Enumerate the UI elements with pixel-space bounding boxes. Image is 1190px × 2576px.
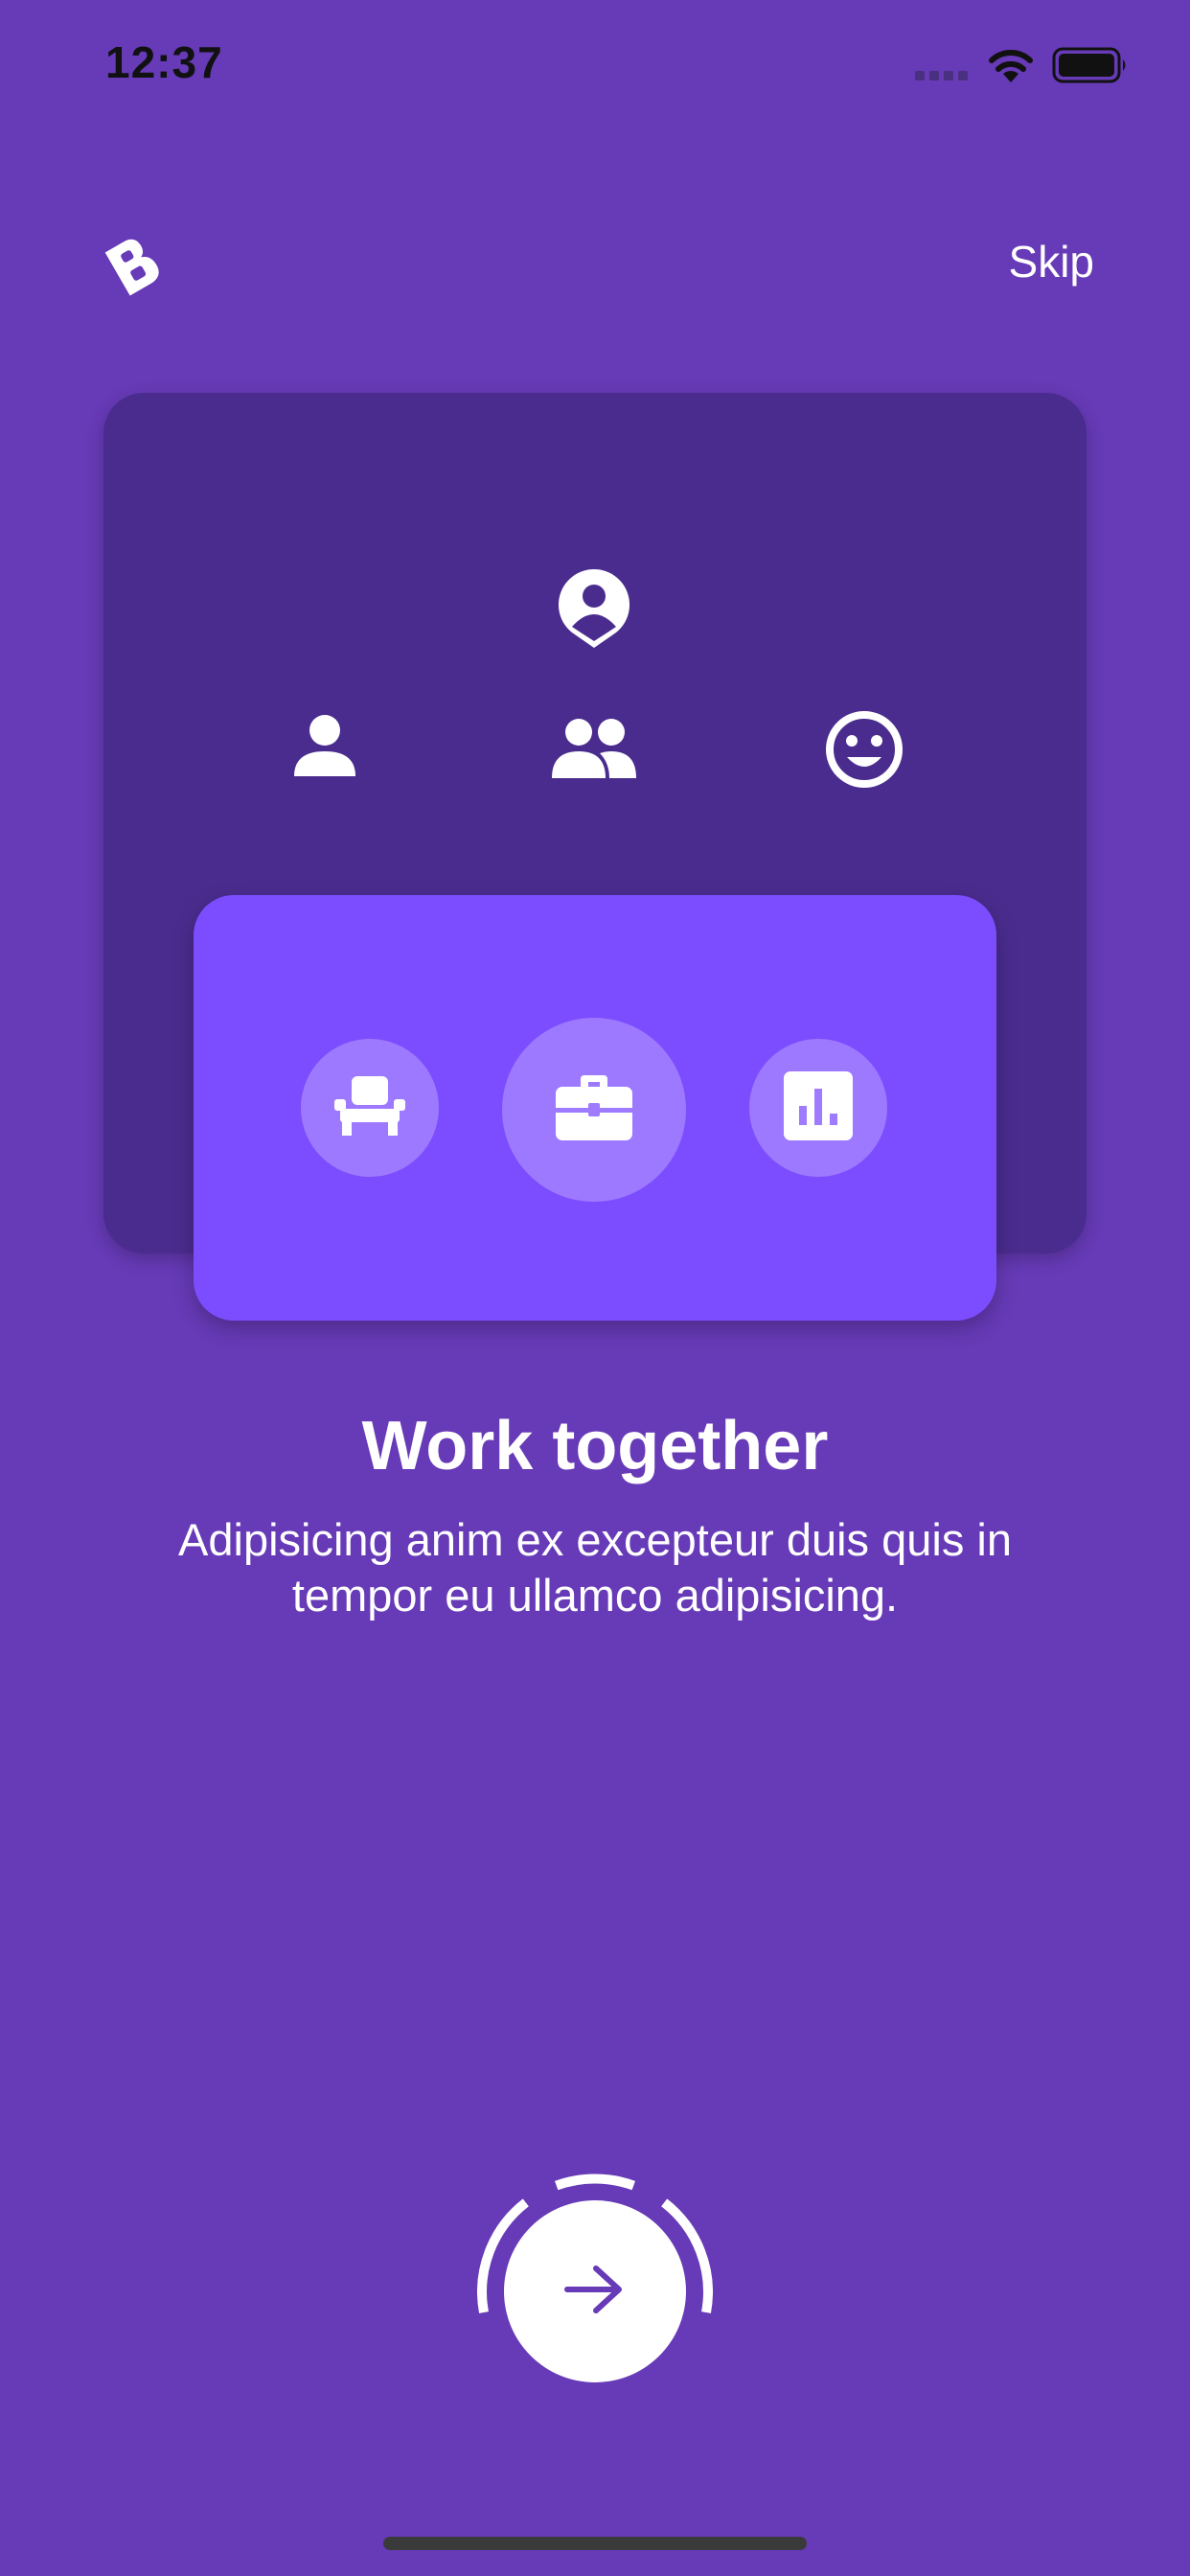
next-button-wrap xyxy=(477,2174,713,2409)
briefcase-icon-circle xyxy=(502,1018,686,1202)
home-indicator xyxy=(383,2537,807,2550)
briefcase-icon xyxy=(554,1073,634,1147)
signal-icon xyxy=(915,67,971,85)
status-bar: 12:37 xyxy=(0,0,1190,134)
bar-chart-icon-circle xyxy=(749,1039,887,1177)
chair-icon-circle xyxy=(301,1039,439,1177)
skip-button[interactable]: Skip xyxy=(1009,236,1094,288)
person-icon xyxy=(291,713,358,780)
next-button[interactable] xyxy=(504,2200,686,2382)
page-subtitle: Adipisicing anim ex excepteur duis quis … xyxy=(178,1514,1012,1621)
battery-icon xyxy=(1052,46,1129,89)
front-card xyxy=(194,895,996,1321)
bar-chart-icon xyxy=(784,1070,853,1145)
smiley-icon xyxy=(824,709,904,790)
chair-icon xyxy=(332,1074,407,1142)
wifi-icon xyxy=(987,46,1035,89)
status-time: 12:37 xyxy=(105,37,223,87)
people-icon xyxy=(550,717,638,782)
page-title: Work together xyxy=(361,1408,829,1484)
account-pin-icon xyxy=(555,567,633,650)
brand-logo-icon xyxy=(100,230,169,299)
arrow-right-icon xyxy=(561,2261,629,2323)
